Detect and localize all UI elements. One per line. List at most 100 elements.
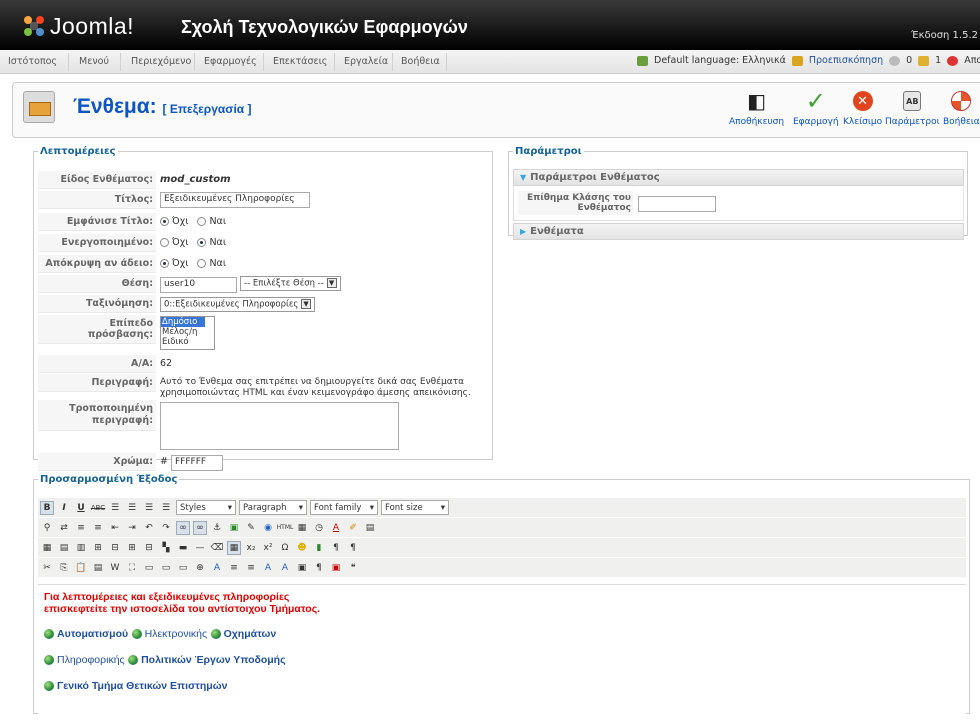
menu-item-help[interactable]: Βοήθεια (401, 56, 440, 67)
redo-icon[interactable]: ↷ (159, 521, 173, 535)
logout-link[interactable]: Αποσύνδεση (964, 55, 980, 66)
special-char-icon[interactable]: Ω (278, 541, 292, 555)
modules-panel-header[interactable]: ▶ Ενθέματα (513, 223, 964, 240)
ins-icon[interactable]: A (261, 561, 275, 575)
media-icon[interactable]: ▤ (363, 521, 377, 535)
color-input[interactable]: FFFFFF (171, 455, 223, 471)
attributes-icon[interactable]: ▣ (295, 561, 309, 575)
hide-empty-yes-radio[interactable] (197, 259, 207, 268)
close-button[interactable]: ✕ Κλείσιμο (843, 89, 882, 127)
blockquote-icon[interactable]: ❝ (346, 561, 360, 575)
dept-link-automation[interactable]: Αυτοματισμού (57, 628, 128, 640)
module-params-panel-header[interactable]: ▼ Παράμετροι Ενθέματος (513, 169, 964, 186)
paste-text-icon[interactable]: ▤ (91, 561, 105, 575)
dept-link-vehicles[interactable]: Οχημάτων (224, 628, 277, 640)
anchor-icon[interactable]: ⚓ (210, 521, 224, 535)
remove-format-icon[interactable]: ⌫ (210, 541, 224, 555)
bullet-list-icon[interactable]: ≡ (74, 521, 88, 535)
date-icon[interactable]: ▦ (295, 521, 309, 535)
delete-row-icon[interactable]: ⊟ (108, 541, 122, 555)
row-props-icon[interactable]: ▤ (57, 541, 71, 555)
users-count[interactable]: 1 (935, 55, 941, 66)
enabled-no-radio[interactable] (160, 238, 169, 247)
text-color-icon[interactable]: A (329, 521, 343, 535)
move-forward-icon[interactable]: ▭ (159, 561, 173, 575)
styles-select[interactable]: Styles ▾ (176, 500, 236, 515)
preview-link[interactable]: Προεπισκόπηση (809, 55, 883, 66)
table-icon[interactable]: ▦ (40, 541, 54, 555)
menu-item-content[interactable]: Περιεχόμενο (131, 56, 191, 67)
menu-item-menus[interactable]: Μενού (79, 56, 109, 67)
delete-col-icon[interactable]: ⊟ (142, 541, 156, 555)
help-button[interactable]: Βοήθεια (943, 89, 980, 127)
align-left-icon[interactable]: ☰ (108, 501, 122, 515)
position-select[interactable]: -- Επιλέξτε Θέση -- ▼ (240, 276, 341, 291)
align-right-icon[interactable]: ☰ (142, 501, 156, 515)
align-center-icon[interactable]: ☰ (125, 501, 139, 515)
rtl-icon[interactable]: ¶ (346, 541, 360, 555)
replace-icon[interactable]: ⇄ (57, 521, 71, 535)
dept-link-general-sciences[interactable]: Γενικό Τμήμα Θετικών Επιστημών (57, 680, 227, 692)
background-color-icon[interactable]: ✐ (346, 521, 360, 535)
class-suffix-input[interactable] (638, 196, 716, 212)
access-option[interactable]: Δημόσιο (161, 317, 205, 327)
custom-description-textarea[interactable] (160, 402, 399, 450)
indent-icon[interactable]: ⇥ (125, 521, 139, 535)
split-cells-icon[interactable]: ▚ (159, 541, 173, 555)
show-title-yes-radio[interactable] (197, 217, 207, 226)
subscript-icon[interactable]: x₂ (244, 541, 258, 555)
outdent-icon[interactable]: ⇤ (108, 521, 122, 535)
paragraph-select[interactable]: Paragraph ▾ (239, 500, 307, 515)
hr-icon[interactable]: — (193, 541, 207, 555)
superscript-icon[interactable]: x² (261, 541, 275, 555)
insert-col-icon[interactable]: ⊞ (125, 541, 139, 555)
access-listbox[interactable]: Δημόσιο Μέλος/η Ειδικό (160, 316, 215, 350)
embed-icon[interactable]: ▮ (312, 541, 326, 555)
cut-icon[interactable]: ✂ (40, 561, 54, 575)
align-justify-icon[interactable]: ☰ (159, 501, 173, 515)
access-option[interactable]: Ειδικό (161, 337, 214, 347)
messages-count[interactable]: 0 (906, 55, 912, 66)
help-icon[interactable]: ◉ (261, 521, 275, 535)
menu-item-components[interactable]: Εφαρμογές (204, 56, 257, 67)
unlink-icon[interactable]: ∞ (193, 520, 207, 535)
visual-aid-icon[interactable]: ▦ (227, 540, 241, 555)
paste-word-icon[interactable]: W (108, 561, 122, 575)
del-icon[interactable]: A (278, 561, 292, 575)
hide-empty-no-radio[interactable] (160, 259, 169, 268)
link-icon[interactable]: ∞ (176, 520, 190, 535)
undo-icon[interactable]: ↶ (142, 521, 156, 535)
parameters-button[interactable]: AB Παράμετροι (885, 89, 940, 127)
visual-chars-icon[interactable]: ¶ (312, 561, 326, 575)
image-icon[interactable]: ▣ (227, 521, 241, 535)
move-backward-icon[interactable]: ▭ (176, 561, 190, 575)
font-size-select[interactable]: Font size ▾ (381, 500, 449, 515)
save-button[interactable]: ◧ Αποθήκευση (729, 89, 784, 127)
editor-content-area[interactable]: Για λεπτομέρειες και εξειδικευμένες πληρ… (38, 584, 966, 724)
apply-button[interactable]: ✓ Εφαρμογή (793, 87, 839, 127)
dept-link-electronics[interactable]: Ηλεκτρονικής (145, 628, 207, 640)
dept-link-civil-works[interactable]: Πολιτικών Έργων Υποδομής (141, 654, 285, 666)
cite-icon[interactable]: ≡ (227, 561, 241, 575)
show-title-no-radio[interactable] (160, 217, 169, 226)
access-option[interactable]: Μέλος/η (161, 327, 214, 337)
paste-icon[interactable]: 📋 (74, 561, 88, 575)
fullscreen-icon[interactable]: ⛶ (125, 561, 139, 575)
abbr-icon[interactable]: ≡ (244, 561, 258, 575)
ltr-icon[interactable]: ¶ (329, 541, 343, 555)
emoticon-icon[interactable]: ☻ (295, 541, 309, 555)
html-icon[interactable]: HTML (277, 521, 294, 535)
position-input[interactable]: user10 (160, 277, 237, 293)
menu-item-extensions[interactable]: Επεκτάσεις (273, 56, 327, 67)
find-icon[interactable]: ⚲ (40, 521, 54, 535)
nbsp-icon[interactable]: ▣ (329, 561, 343, 575)
insert-row-icon[interactable]: ⊞ (91, 541, 105, 555)
numbered-list-icon[interactable]: ≡ (91, 521, 105, 535)
strikethrough-button[interactable]: ABC (91, 501, 105, 515)
insert-layer-icon[interactable]: ▭ (142, 561, 156, 575)
title-input[interactable]: Εξειδικευμένες Πληροφορίες (160, 192, 310, 208)
menu-item-site[interactable]: Ιστότοπος (8, 56, 57, 67)
cleanup-icon[interactable]: ✎ (244, 521, 258, 535)
dept-link-informatics[interactable]: Πληροφορικής (57, 654, 125, 666)
order-select[interactable]: 0::Εξειδικευμένες Πληροφορίες ▼ (160, 297, 316, 312)
